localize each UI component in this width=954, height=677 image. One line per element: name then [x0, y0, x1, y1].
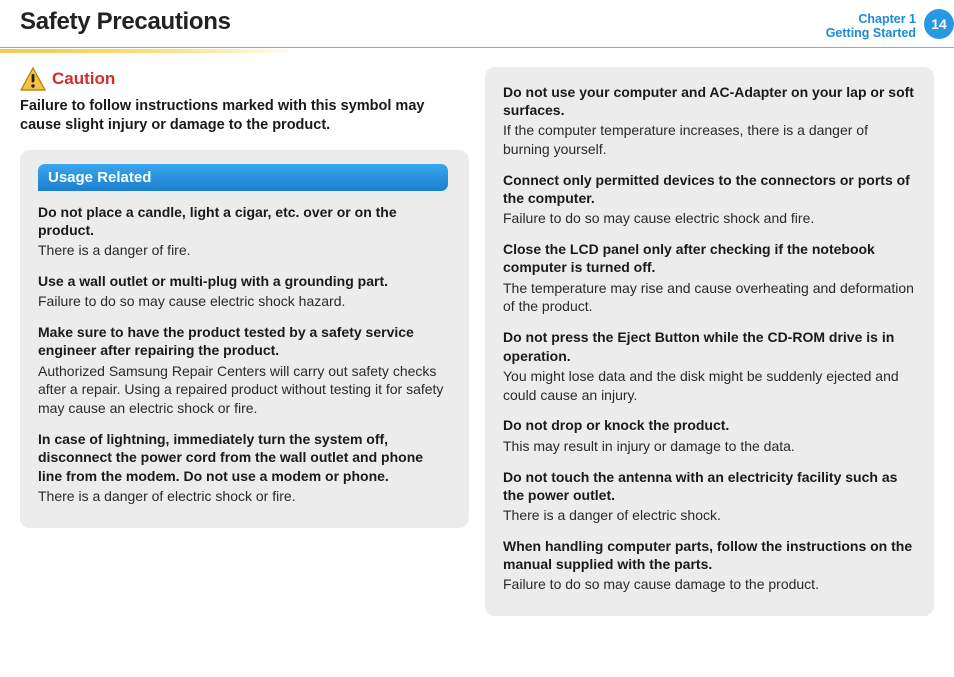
- list-item: Connect only permitted devices to the co…: [503, 171, 916, 228]
- item-body: If the computer temperature increases, t…: [503, 121, 916, 159]
- page-title: Safety Precautions: [20, 8, 231, 36]
- caution-description: Failure to follow instructions marked wi…: [20, 97, 469, 136]
- item-body: The temperature may rise and cause overh…: [503, 279, 916, 317]
- list-item: When handling computer parts, follow the…: [503, 537, 916, 594]
- list-item: Close the LCD panel only after checking …: [503, 240, 916, 316]
- item-heading: Do not use your computer and AC-Adapter …: [503, 83, 916, 119]
- list-item: Make sure to have the product tested by …: [38, 323, 451, 418]
- caution-heading-row: Caution: [20, 67, 469, 91]
- item-heading: Use a wall outlet or multi-plug with a g…: [38, 272, 451, 290]
- item-body: There is a danger of electric shock.: [503, 506, 916, 525]
- item-heading: Do not touch the antenna with an electri…: [503, 468, 916, 504]
- header-rule: [0, 47, 954, 51]
- item-heading: Do not drop or knock the product.: [503, 416, 916, 434]
- item-heading: Connect only permitted devices to the co…: [503, 171, 916, 207]
- item-body: There is a danger of electric shock or f…: [38, 487, 451, 506]
- item-heading: When handling computer parts, follow the…: [503, 537, 916, 573]
- header-right: Chapter 1 Getting Started 14: [826, 8, 954, 41]
- item-body: Failure to do so may cause electric shoc…: [503, 209, 916, 228]
- list-item: Do not touch the antenna with an electri…: [503, 468, 916, 525]
- item-body: Failure to do so may cause damage to the…: [503, 575, 916, 594]
- caution-label: Caution: [52, 69, 115, 89]
- chapter-line-1: Chapter 1: [826, 12, 916, 26]
- list-item: Do not use your computer and AC-Adapter …: [503, 83, 916, 159]
- item-heading: Close the LCD panel only after checking …: [503, 240, 916, 276]
- item-heading: Do not press the Eject Button while the …: [503, 328, 916, 364]
- warning-triangle-icon: [20, 67, 46, 91]
- list-item: Do not drop or knock the product. This m…: [503, 416, 916, 455]
- chapter-line-2: Getting Started: [826, 26, 916, 40]
- item-heading: Do not place a candle, light a cigar, et…: [38, 203, 451, 239]
- item-body: There is a danger of fire.: [38, 241, 451, 260]
- list-item: In case of lightning, immediately turn t…: [38, 430, 451, 505]
- item-body: This may result in injury or damage to t…: [503, 437, 916, 456]
- right-panel: Do not use your computer and AC-Adapter …: [485, 67, 934, 616]
- page-number-badge: 14: [924, 9, 954, 39]
- item-body: Failure to do so may cause electric shoc…: [38, 292, 451, 311]
- chapter-block: Chapter 1 Getting Started: [826, 8, 916, 41]
- left-panel: Usage Related Do not place a candle, lig…: [20, 150, 469, 528]
- item-heading: In case of lightning, immediately turn t…: [38, 430, 451, 485]
- list-item: Use a wall outlet or multi-plug with a g…: [38, 272, 451, 311]
- page-header: Safety Precautions Chapter 1 Getting Sta…: [0, 0, 954, 41]
- left-column: Caution Failure to follow instructions m…: [20, 67, 469, 616]
- page-root: Safety Precautions Chapter 1 Getting Sta…: [0, 0, 954, 677]
- item-body: Authorized Samsung Repair Centers will c…: [38, 362, 451, 419]
- content-columns: Caution Failure to follow instructions m…: [0, 51, 954, 616]
- section-pill-usage-related: Usage Related: [38, 164, 448, 191]
- list-item: Do not place a candle, light a cigar, et…: [38, 203, 451, 260]
- item-body: You might lose data and the disk might b…: [503, 367, 916, 405]
- right-column: Do not use your computer and AC-Adapter …: [485, 67, 934, 616]
- item-heading: Make sure to have the product tested by …: [38, 323, 451, 359]
- list-item: Do not press the Eject Button while the …: [503, 328, 916, 404]
